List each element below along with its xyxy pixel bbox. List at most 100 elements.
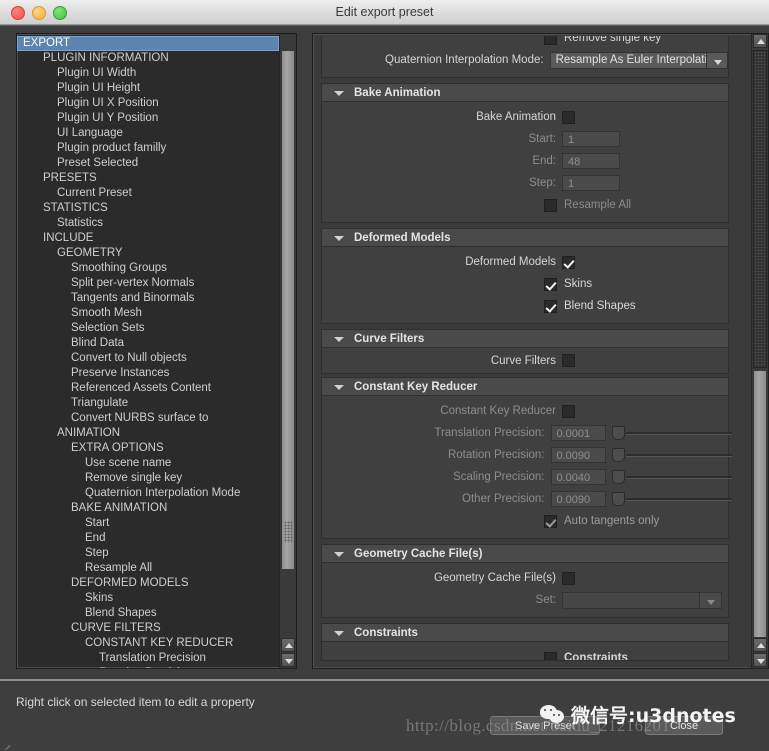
deformed-models-header[interactable]: Deformed Models	[321, 228, 729, 246]
tree-item[interactable]: Quaternion Interpolation Mode	[17, 486, 279, 501]
tree-item[interactable]: Triangulate	[17, 396, 279, 411]
curve-filters-header[interactable]: Curve Filters	[321, 329, 729, 347]
bake-end-input[interactable]: 48	[562, 153, 620, 169]
tree-item[interactable]: PLUGIN INFORMATION	[17, 51, 279, 66]
geometry-cache-set-select[interactable]	[562, 592, 700, 609]
tree-scroll-thumb[interactable]	[281, 50, 295, 570]
remove-single-key-label: Remove single key	[564, 36, 661, 44]
scaling-precision-input[interactable]: 0.0040	[551, 469, 607, 485]
tree-item[interactable]: CONSTANT KEY REDUCER	[17, 636, 279, 651]
tree-item[interactable]: Start	[17, 516, 279, 531]
window-titlebar[interactable]: Edit export preset	[0, 0, 769, 25]
close-dialog-button[interactable]: Close	[645, 716, 723, 735]
tree-item[interactable]: Step	[17, 546, 279, 561]
options-scroll-thumb-top[interactable]	[753, 50, 767, 368]
tree-item[interactable]: Skins	[17, 591, 279, 606]
tree-item[interactable]: Resample All	[17, 561, 279, 576]
translation-precision-slider[interactable]	[612, 426, 728, 440]
deformed-models-checkbox[interactable]	[562, 256, 575, 269]
triangle-down-icon[interactable]	[334, 385, 344, 390]
tree-item[interactable]: End	[17, 531, 279, 546]
tree-item[interactable]: Rotation Precision	[17, 666, 279, 669]
tree-item[interactable]: Plugin UI Height	[17, 81, 279, 96]
tree-item[interactable]: Plugin UI X Position	[17, 96, 279, 111]
bake-animation-header[interactable]: Bake Animation	[321, 83, 729, 101]
other-precision-slider[interactable]	[612, 492, 728, 506]
triangle-down-icon[interactable]	[334, 236, 344, 241]
tree-item[interactable]: Smooth Mesh	[17, 306, 279, 321]
tree-scroll-down-arrow[interactable]	[281, 653, 295, 667]
tree-item[interactable]: Statistics	[17, 216, 279, 231]
auto-tangents-only-checkbox[interactable]	[544, 515, 557, 528]
tree-item[interactable]: Blind Data	[17, 336, 279, 351]
tree-item[interactable]: Smoothing Groups	[17, 261, 279, 276]
tree-item[interactable]: CURVE FILTERS	[17, 621, 279, 636]
blend-shapes-checkbox[interactable]	[544, 300, 557, 313]
tree-item[interactable]: Split per-vertex Normals	[17, 276, 279, 291]
tree-scrollbar[interactable]	[279, 34, 296, 668]
triangle-down-icon[interactable]	[334, 91, 344, 96]
tree-item[interactable]: Blend Shapes	[17, 606, 279, 621]
resize-grip[interactable]	[2, 739, 12, 749]
chevron-down-icon[interactable]	[700, 592, 722, 609]
row-scaling-precision: Scaling Precision: 0.0040	[322, 466, 728, 488]
constant-key-reducer-checkbox[interactable]	[562, 405, 575, 418]
tree-item[interactable]: PRESETS	[17, 171, 279, 186]
tree-item[interactable]: Preset Selected	[17, 156, 279, 171]
remove-single-key-checkbox[interactable]	[544, 36, 557, 45]
tree-item[interactable]: Plugin UI Width	[17, 66, 279, 81]
bake-step-input[interactable]: 1	[562, 175, 620, 191]
save-preset-button[interactable]: Save Preset	[490, 716, 600, 735]
tree-item[interactable]: Referenced Assets Content	[17, 381, 279, 396]
triangle-down-icon[interactable]	[334, 337, 344, 342]
tree-scroll-up-arrow[interactable]	[281, 638, 295, 652]
triangle-down-icon[interactable]	[334, 552, 344, 557]
options-scroll-up-arrow[interactable]	[753, 34, 767, 48]
translation-precision-input[interactable]: 0.0001	[551, 425, 607, 441]
tree-item[interactable]: EXPORT	[17, 36, 279, 51]
other-precision-input[interactable]: 0.0090	[551, 491, 607, 507]
constraints-header[interactable]: Constraints	[321, 623, 729, 641]
tree-item[interactable]: Current Preset	[17, 186, 279, 201]
bake-start-input[interactable]: 1	[562, 131, 620, 147]
geometry-cache-checkbox[interactable]	[562, 572, 575, 585]
tree-item[interactable]: DEFORMED MODELS	[17, 576, 279, 591]
quaternion-mode-select[interactable]: Resample As Euler Interpolati	[550, 52, 708, 69]
geometry-cache-header[interactable]: Geometry Cache File(s)	[321, 544, 729, 562]
tree-item[interactable]: Plugin UI Y Position	[17, 111, 279, 126]
triangle-down-icon[interactable]	[334, 631, 344, 636]
row-constraints-toggle: Constraints	[322, 647, 728, 661]
tree-item[interactable]: GEOMETRY	[17, 246, 279, 261]
chevron-down-icon[interactable]	[707, 52, 728, 69]
options-scroll-down-arrow[interactable]	[753, 653, 767, 667]
curve-filters-checkbox[interactable]	[562, 354, 575, 367]
options-scroll-up-arrow-2[interactable]	[753, 638, 767, 652]
resample-all-label: Resample All	[564, 199, 631, 211]
rotation-precision-slider[interactable]	[612, 448, 728, 462]
tree-item[interactable]: Convert to Null objects	[17, 351, 279, 366]
tree-item[interactable]: INCLUDE	[17, 231, 279, 246]
options-scrollbar[interactable]	[751, 34, 768, 668]
bake-animation-checkbox[interactable]	[562, 111, 575, 124]
tree-item[interactable]: Use scene name	[17, 456, 279, 471]
rotation-precision-input[interactable]: 0.0090	[551, 447, 607, 463]
scaling-precision-slider[interactable]	[612, 470, 728, 484]
skins-checkbox[interactable]	[544, 278, 557, 291]
tree-item[interactable]: Selection Sets	[17, 321, 279, 336]
tree-item[interactable]: Plugin product familly	[17, 141, 279, 156]
tree-item[interactable]: BAKE ANIMATION	[17, 501, 279, 516]
tree-item[interactable]: Preserve Instances	[17, 366, 279, 381]
tree-item[interactable]: Translation Precision	[17, 651, 279, 666]
options-scroll-track-lower[interactable]	[753, 370, 767, 638]
tree-item[interactable]: Convert NURBS surface to	[17, 411, 279, 426]
constant-key-reducer-header[interactable]: Constant Key Reducer	[321, 377, 729, 395]
tree-item[interactable]: Remove single key	[17, 471, 279, 486]
tree-item[interactable]: Tangents and Binormals	[17, 291, 279, 306]
tree-item[interactable]: UI Language	[17, 126, 279, 141]
property-tree-list[interactable]: EXPORTPLUGIN INFORMATIONPlugin UI WidthP…	[17, 34, 279, 669]
tree-item[interactable]: STATISTICS	[17, 201, 279, 216]
tree-item[interactable]: EXTRA OPTIONS	[17, 441, 279, 456]
constraints-checkbox[interactable]	[544, 652, 557, 662]
resample-all-checkbox[interactable]	[544, 199, 557, 212]
tree-item[interactable]: ANIMATION	[17, 426, 279, 441]
